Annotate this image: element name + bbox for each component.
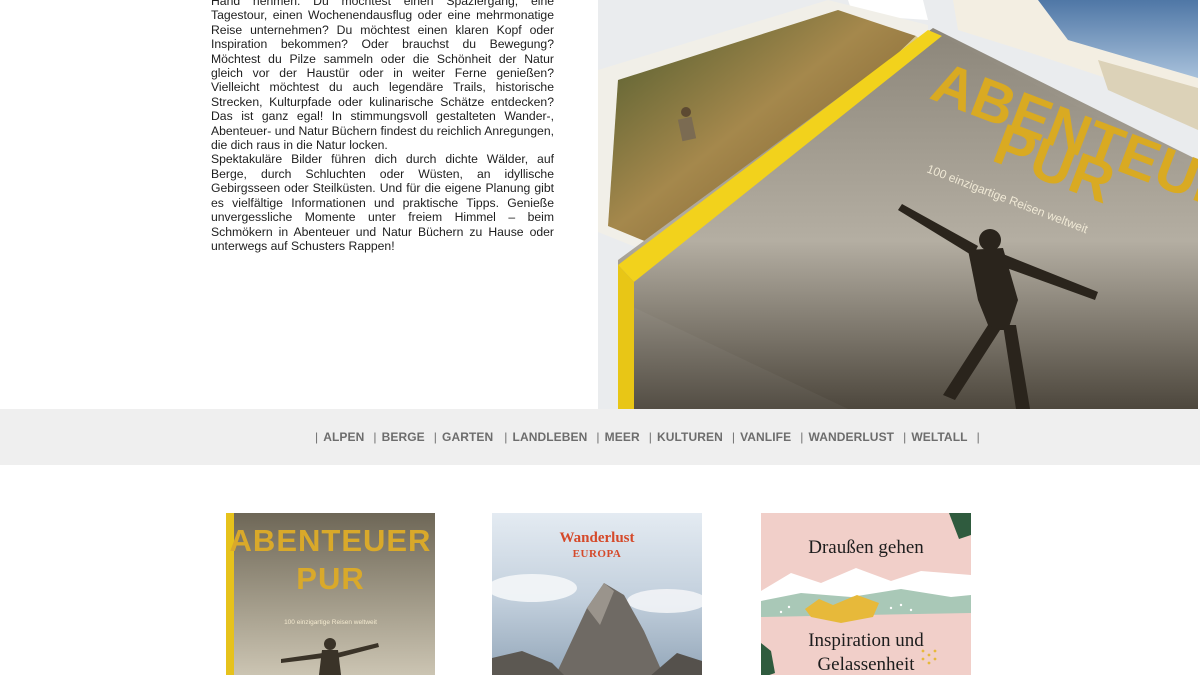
category-link-weltall[interactable]: WELTALL	[911, 430, 967, 444]
category-item-landleben: | LANDLEBEN	[504, 430, 596, 444]
separator: |	[648, 430, 652, 444]
category-link-vanlife[interactable]: VANLIFE	[740, 430, 791, 444]
draussen-cover-subtitle-line2: Gelassenheit	[817, 654, 915, 675]
abenteuer-cover-title-line1: ABENTEUER	[229, 523, 432, 558]
book-cover-draussen-gehen[interactable]: Draußen gehen Inspiration und Gelassenhe…	[761, 513, 971, 675]
category-item-vanlife: | VANLIFE	[732, 430, 800, 444]
category-item-weltall: | WELTALL |	[903, 430, 985, 444]
hero-books-photo: ABENTEUER PUR 100 einzigartige Reisen we…	[598, 0, 1198, 409]
category-link-garten[interactable]: GARTEN	[442, 430, 493, 444]
draussen-cover-subtitle: Inspiration und Gelassenheit	[761, 629, 971, 675]
category-item-berge: | BERGE	[373, 430, 433, 444]
separator: |	[504, 430, 508, 444]
separator: |	[315, 430, 319, 444]
separator: |	[373, 430, 377, 444]
intro-paragraph-1: Hand nehmen. Du möchtest einen Spazierga…	[211, 0, 554, 153]
separator: |	[800, 430, 804, 444]
category-link-kulturen[interactable]: KULTUREN	[657, 430, 723, 444]
draussen-cover-subtitle-line1: Inspiration und	[808, 630, 924, 651]
category-link-berge[interactable]: BERGE	[382, 430, 425, 444]
book-cover-abenteuer-pur[interactable]: ABENTEUER PUR 100 einzigartige Reisen we…	[226, 513, 435, 675]
category-link-meer[interactable]: MEER	[605, 430, 640, 444]
abenteuer-cover-subtitle: 100 einzigartige Reisen weltweit	[284, 619, 377, 626]
separator: |	[903, 430, 907, 444]
category-item-wanderlust: | WANDERLUST	[800, 430, 903, 444]
category-link-wanderlust[interactable]: WANDERLUST	[808, 430, 894, 444]
category-item-meer: | MEER	[596, 430, 648, 444]
separator: |	[433, 430, 438, 444]
intro-text: Hand nehmen. Du möchtest einen Spazierga…	[211, 0, 554, 253]
category-item-kulturen: | KULTUREN	[649, 430, 732, 444]
separator: |	[976, 430, 980, 444]
category-nav: | ALPEN | BERGE | GARTEN | LANDLEBEN | MEER |…	[0, 409, 1200, 465]
separator: |	[596, 430, 600, 444]
category-item-alpen: | ALPEN	[315, 430, 373, 444]
category-item-garten: | GARTEN	[434, 430, 505, 444]
wanderlust-cover-title: Wanderlust	[559, 530, 635, 546]
category-link-landleben[interactable]: LANDLEBEN	[513, 430, 588, 444]
category-link-alpen[interactable]: ALPEN	[323, 430, 364, 444]
wanderlust-cover-subtitle: EUROPA	[572, 548, 622, 560]
draussen-cover-title: Draußen gehen	[808, 537, 924, 558]
abenteuer-cover-title-line2: PUR	[296, 561, 365, 596]
hero-photo-illustration: ABENTEUER PUR 100 einzigartige Reisen we…	[598, 0, 1198, 409]
book-cover-wanderlust-europa[interactable]: Wanderlust EUROPA	[492, 513, 702, 675]
separator: |	[731, 430, 736, 444]
intro-paragraph-2: Spektakuläre Bilder führen dich durch di…	[211, 152, 554, 253]
category-list: | ALPEN | BERGE | GARTEN | LANDLEBEN | MEER |…	[315, 430, 985, 444]
